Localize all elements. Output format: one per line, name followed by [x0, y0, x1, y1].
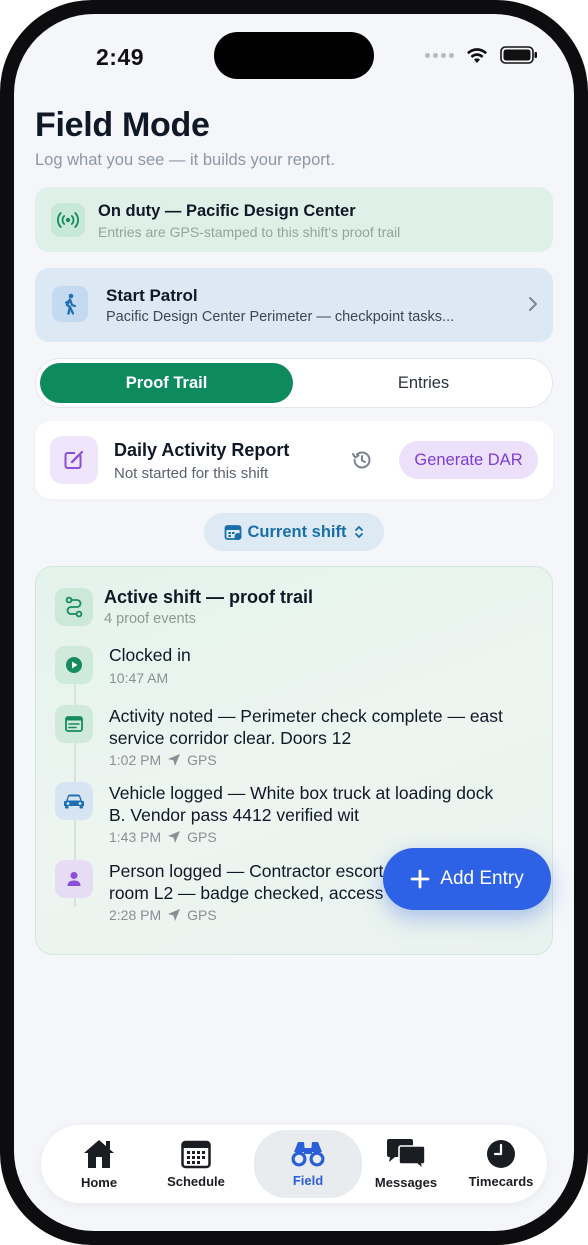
- status-time: 2:49: [96, 44, 145, 70]
- event-gps: GPS: [187, 829, 217, 845]
- event-time: 2:28 PM: [109, 907, 162, 923]
- tab-label: Field: [292, 1173, 324, 1188]
- event-meta: 10:47 AM: [109, 670, 168, 686]
- calendar-icon: [181, 1140, 211, 1169]
- duty-subtitle: Entries are GPS-stamped to this shift's …: [98, 224, 401, 240]
- screen: 2:49 Field Mode Log what you see — it bu…: [14, 14, 574, 1231]
- tab-label: Home: [80, 1175, 118, 1190]
- location-arrow-icon: [168, 754, 181, 766]
- status-icons: [425, 46, 538, 64]
- chevron-right-icon: [529, 297, 537, 311]
- clock-icon: [487, 1140, 515, 1168]
- event-time: 1:43 PM: [109, 829, 162, 845]
- tab-messages[interactable]: Messages: [356, 1125, 456, 1203]
- tab-home[interactable]: Home: [49, 1125, 149, 1203]
- history-icon[interactable]: [350, 448, 374, 472]
- current-shift-label: Current shift: [247, 522, 347, 541]
- event-gps: GPS: [187, 752, 217, 768]
- current-shift-selector[interactable]: Current shift: [204, 513, 384, 551]
- signal-icon: [425, 52, 454, 58]
- generate-dar-button[interactable]: Generate DAR: [399, 441, 538, 479]
- tab-timecards[interactable]: Timecards: [451, 1125, 551, 1203]
- start-patrol-button[interactable]: Start Patrol Pacific Design Center Perim…: [35, 268, 553, 342]
- broadcast-icon: [51, 203, 85, 237]
- car-icon: [55, 782, 93, 820]
- play-icon: [55, 646, 93, 684]
- plus-icon: [410, 869, 430, 889]
- patrol-title: Start Patrol: [106, 286, 198, 305]
- event-time: 10:47 AM: [109, 670, 169, 686]
- dar-title: Daily Activity Report: [114, 440, 290, 460]
- event-meta: 1:02 PM GPS: [109, 752, 217, 768]
- calendar-icon: [224, 525, 241, 540]
- phone-frame: 2:49 Field Mode Log what you see — it bu…: [0, 0, 588, 1245]
- page-subtitle: Log what you see — it builds your report…: [35, 151, 335, 169]
- edit-icon: [50, 436, 98, 484]
- view-segmented-control: Proof Trail Entries: [35, 358, 553, 408]
- tab-field[interactable]: Field: [254, 1130, 362, 1198]
- person-icon: [55, 860, 93, 898]
- tab-entries[interactable]: Entries: [297, 363, 550, 403]
- tab-schedule[interactable]: Schedule: [146, 1125, 246, 1203]
- add-entry-label: Add Entry: [440, 868, 524, 889]
- event-meta: 1:43 PM GPS: [109, 829, 217, 845]
- duty-banner: On duty — Pacific Design Center Entries …: [35, 187, 553, 252]
- event-time: 1:02 PM: [109, 752, 162, 768]
- battery-icon: [500, 46, 537, 64]
- patrol-subtitle: Pacific Design Center Perimeter — checkp…: [106, 309, 455, 325]
- event-title: Vehicle logged — White box truck at load…: [109, 783, 494, 825]
- location-arrow-icon: [168, 831, 181, 843]
- event-title: Clocked in: [109, 645, 191, 665]
- add-entry-button[interactable]: Add Entry: [383, 848, 551, 910]
- dar-card: Daily Activity Report Not started for th…: [35, 421, 553, 499]
- tab-label: Timecards: [468, 1174, 534, 1189]
- route-icon: [55, 588, 93, 626]
- home-icon: [84, 1140, 114, 1168]
- tab-proof-trail[interactable]: Proof Trail: [40, 363, 293, 403]
- tab-label: Schedule: [167, 1174, 225, 1189]
- proof-trail-title: Active shift — proof trail: [104, 587, 314, 607]
- event-title: Activity noted — Perimeter check complet…: [109, 706, 503, 748]
- dar-status: Not started for this shift: [114, 465, 269, 482]
- chat-bubbles-icon: [387, 1139, 426, 1170]
- wifi-icon: [467, 47, 487, 63]
- duty-title: On duty — Pacific Design Center: [98, 202, 356, 220]
- event-meta: 2:28 PM GPS: [109, 907, 217, 923]
- tab-label: Messages: [374, 1175, 438, 1190]
- tab-bar: Home Schedule Field Messages Timecards: [41, 1125, 547, 1203]
- location-arrow-icon: [168, 909, 181, 921]
- walking-person-icon: [52, 286, 88, 322]
- event-gps: GPS: [187, 907, 217, 923]
- dynamic-island: [214, 32, 374, 79]
- binoculars-icon: [291, 1142, 325, 1167]
- note-icon: [55, 705, 93, 743]
- proof-trail-count: 4 proof events: [104, 611, 196, 627]
- chevron-updown-icon: [354, 526, 363, 538]
- page-title: Field Mode: [35, 106, 210, 144]
